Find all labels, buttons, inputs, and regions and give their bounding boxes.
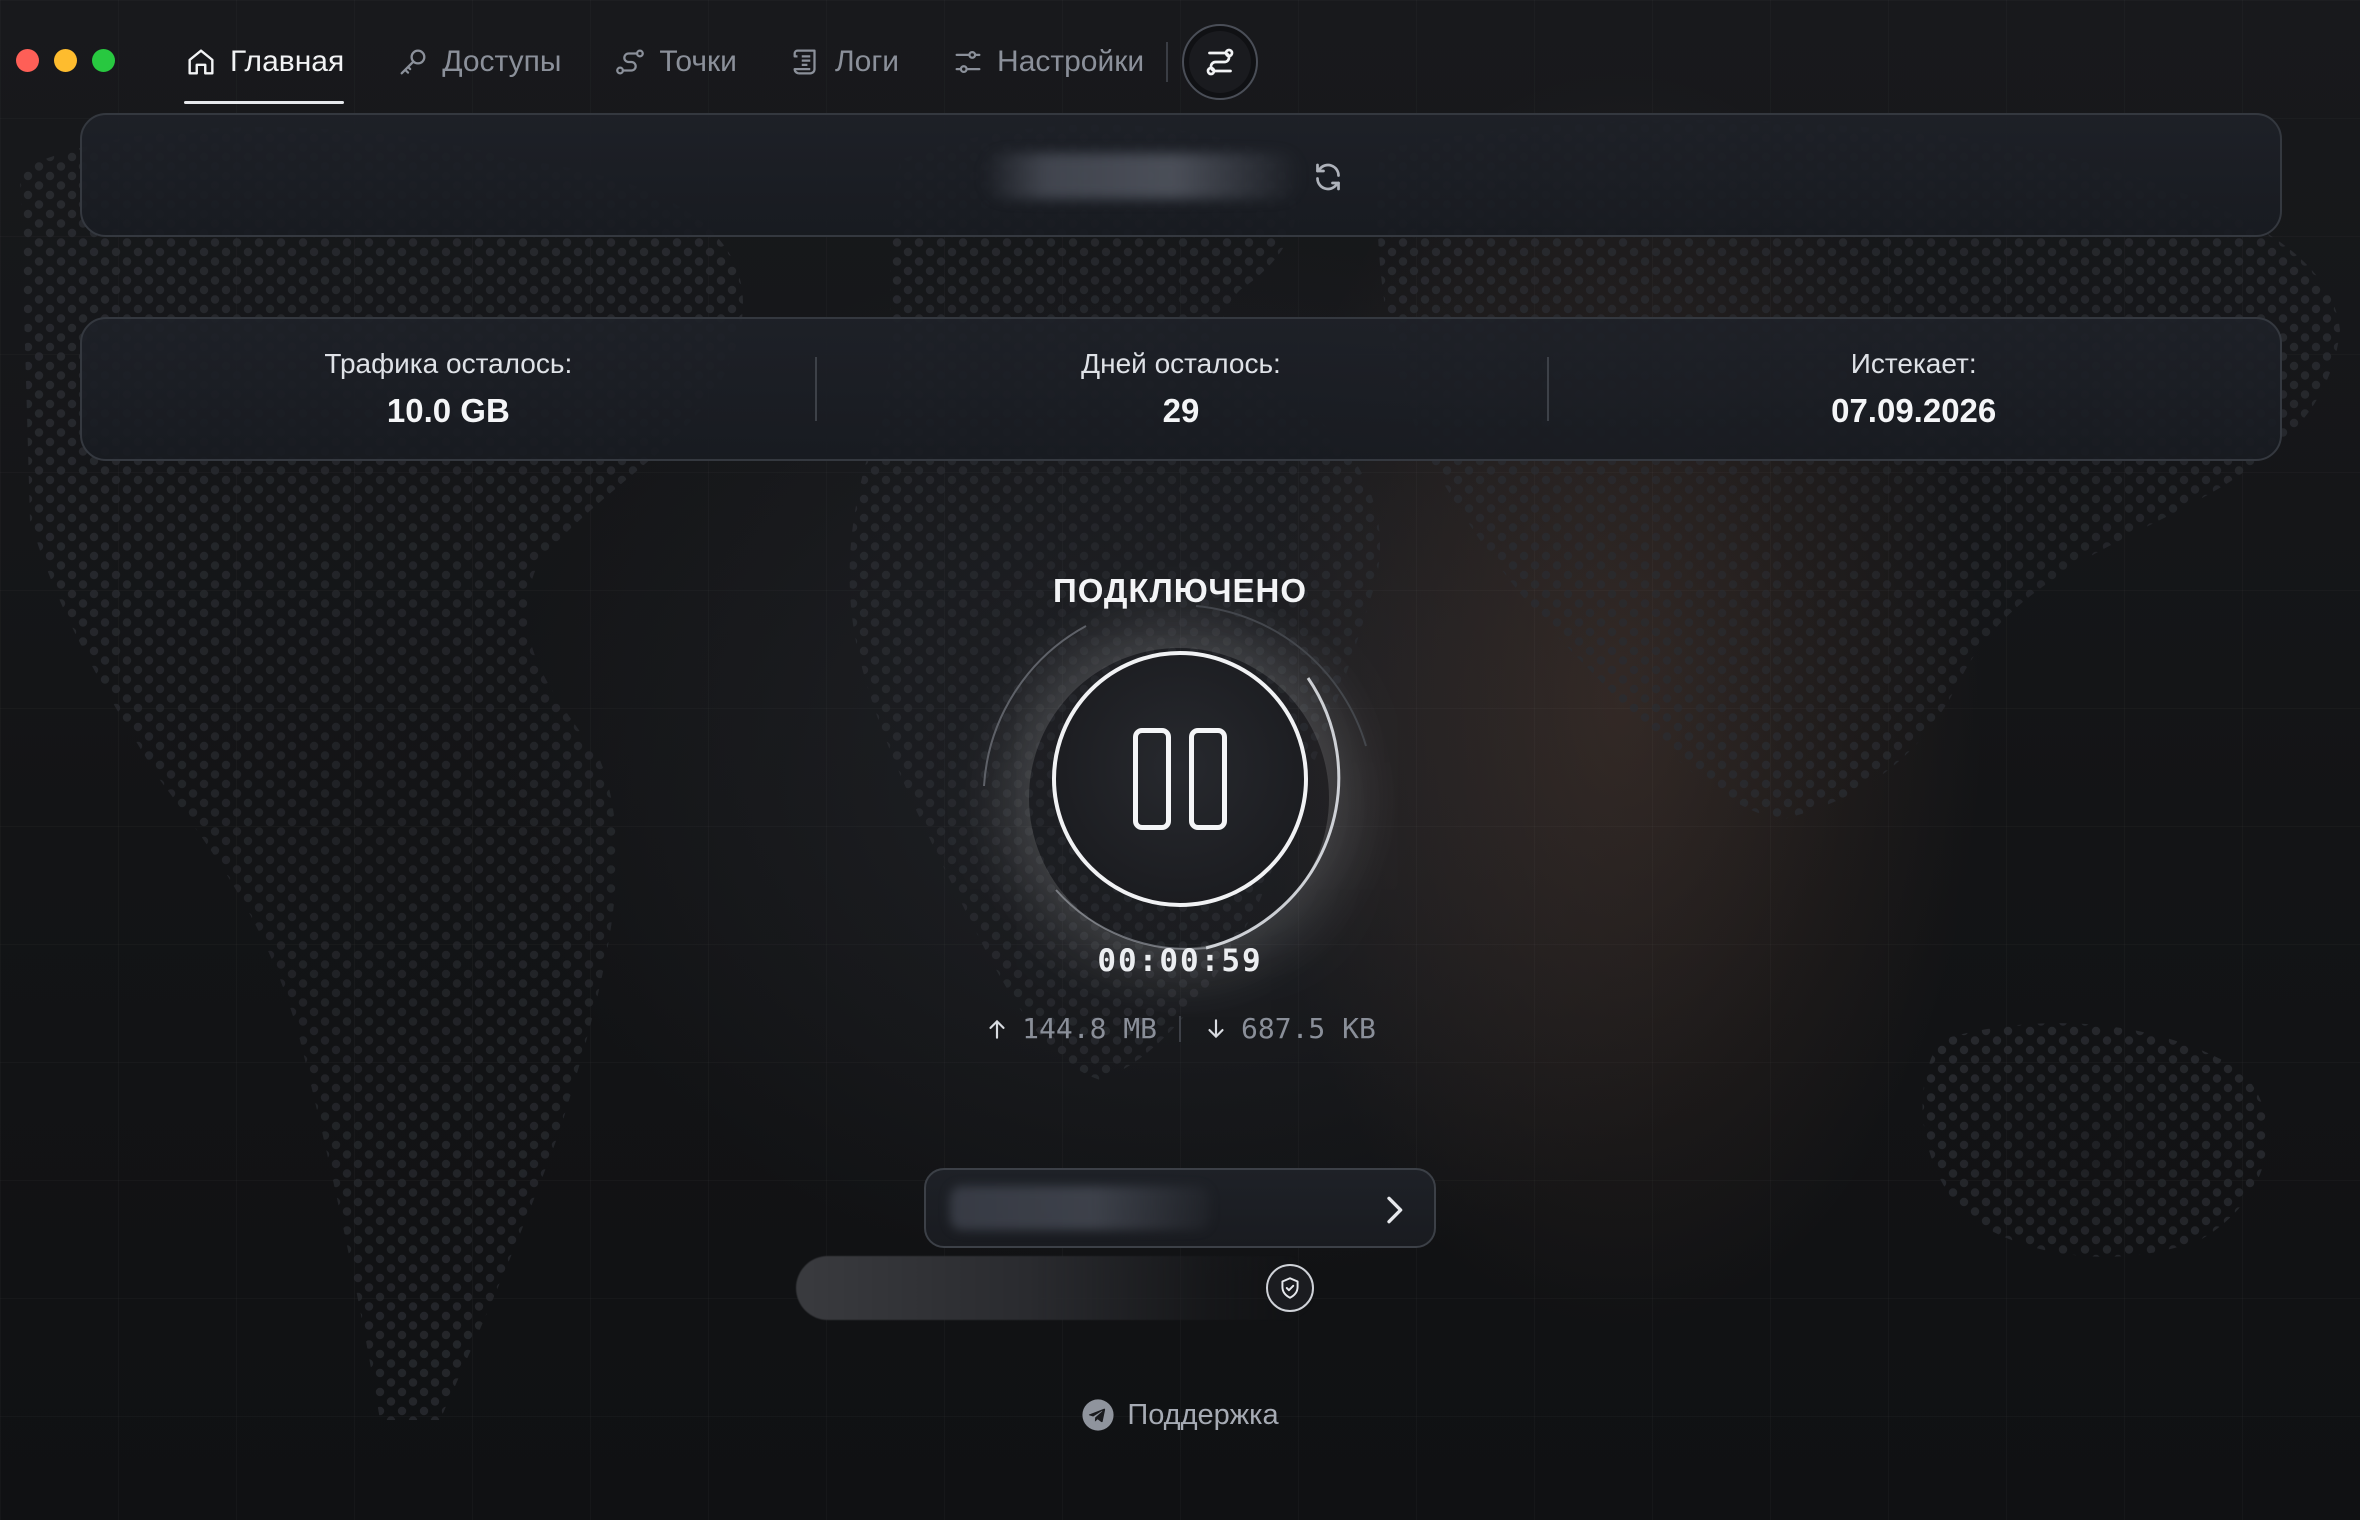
support-label: Поддержка [1127, 1398, 1279, 1431]
traffic-divider [1179, 1015, 1181, 1042]
nav-tab-logs[interactable]: Логи [789, 22, 899, 102]
stat-label: Дней осталось: [1081, 348, 1281, 379]
upload-counter: 144.8 MB [984, 1012, 1157, 1045]
arrow-down-icon [1208, 1018, 1224, 1038]
protection-status-bar [796, 1256, 1316, 1320]
nav-tab-label: Доступы [442, 45, 562, 78]
nav-tab-settings[interactable]: Настройки [951, 22, 1144, 102]
disconnect-button[interactable] [1052, 651, 1308, 907]
sliders-icon [955, 50, 981, 74]
download-value: 687.5 KB [1241, 1012, 1376, 1045]
server-selector[interactable] [924, 1168, 1436, 1248]
access-key-card [80, 113, 2282, 237]
subscription-stats-card: Трафика осталось: 10.0 GB Дней осталось:… [80, 317, 2282, 461]
stat-label: Истекает: [1850, 348, 1977, 379]
hidden-key-value [982, 153, 1302, 199]
nav-tab-label: Логи [834, 45, 900, 78]
stat-value: 07.09.2026 [1831, 392, 1997, 429]
chevron-right-icon [1387, 1196, 1403, 1224]
home-icon [188, 49, 214, 75]
stat-traffic: Трафика осталось: 10.0 GB [82, 319, 815, 459]
stat-value: 10.0 GB [386, 392, 510, 429]
routing-toggle-icon [1206, 48, 1234, 76]
stat-days: Дней осталось: 29 [814, 319, 1548, 459]
arrow-up-icon [989, 1019, 1005, 1039]
nav-tab-label: Точки [659, 45, 737, 78]
app-window: Главная Доступы Точки Логи Настройки Тра [0, 0, 2360, 1520]
protection-toggle[interactable] [1266, 1264, 1314, 1312]
nav-tab-label: Настройки [997, 45, 1145, 78]
connection-timer: 00:00:59 [1097, 943, 1263, 979]
key-icon [400, 49, 426, 75]
upload-value: 144.8 MB [1022, 1012, 1157, 1045]
routing-toggle-button[interactable] [1182, 24, 1259, 100]
refresh-icon[interactable] [1310, 159, 1346, 195]
nav-tab-access[interactable]: Доступы [396, 22, 561, 102]
stat-label: Трафика осталось: [324, 348, 573, 379]
pause-icon [1133, 728, 1171, 830]
minimize-window-button[interactable] [54, 49, 77, 72]
pause-icon [1189, 728, 1227, 830]
traffic-counters: 144.8 MB 687.5 KB [0, 1012, 2360, 1045]
shield-check-icon [1281, 1277, 1299, 1299]
telegram-icon [1082, 1399, 1114, 1431]
route-icon [616, 49, 645, 75]
stat-value: 29 [1162, 392, 1200, 429]
stat-expires: Истекает: 07.09.2026 [1547, 319, 2280, 459]
support-link[interactable]: Поддержка [0, 1398, 2360, 1432]
scroll-icon [793, 49, 816, 75]
close-window-button[interactable] [16, 49, 39, 72]
nav-tab-label: Главная [230, 45, 345, 78]
download-counter: 687.5 KB [1203, 1012, 1376, 1045]
nav-tab-home[interactable]: Главная [184, 22, 345, 104]
nav-tab-points[interactable]: Точки [613, 22, 737, 102]
nav-divider [1166, 42, 1169, 82]
hidden-server-name [950, 1186, 1210, 1230]
window-controls [16, 49, 115, 72]
main-nav: Главная Доступы Точки Логи Настройки [184, 22, 1259, 104]
maximize-window-button[interactable] [92, 49, 115, 72]
